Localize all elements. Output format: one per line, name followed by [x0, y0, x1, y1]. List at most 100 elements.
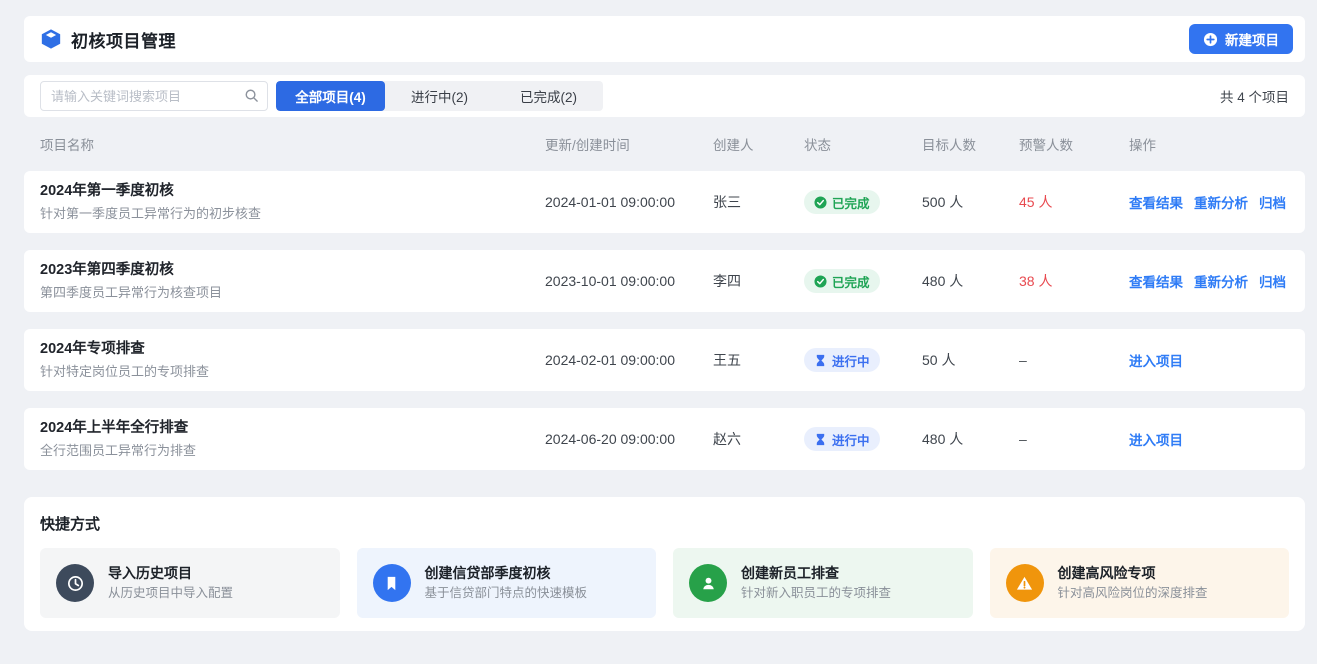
view-results-link[interactable]: 查看结果	[1129, 192, 1183, 212]
table-row: 2023年第四季度初核 第四季度员工异常行为核查项目 2023-10-01 09…	[24, 250, 1305, 312]
project-name-cell: 2024年第一季度初核 针对第一季度员工异常行为的初步核查	[40, 184, 545, 220]
hourglass-icon	[814, 433, 827, 446]
project-name-cell: 2024年上半年全行排查 全行范围员工异常行为排查	[40, 421, 545, 457]
project-desc: 第四季度员工异常行为核查项目	[40, 286, 545, 299]
shortcut-title-text: 创建信贷部季度初核	[425, 566, 588, 580]
project-count-text: 共 4 个项目	[1220, 86, 1289, 106]
archive-link[interactable]: 归档	[1259, 192, 1286, 212]
project-desc: 全行范围员工异常行为排查	[40, 444, 545, 457]
status-label: 已完成	[832, 272, 870, 291]
project-time: 2024-06-20 09:00:00	[545, 431, 713, 447]
archive-link[interactable]: 归档	[1259, 271, 1286, 291]
shortcuts-section: 快捷方式 导入历史项目 从历史项目中导入配置 创建信贷部季度初核	[24, 497, 1305, 631]
box-icon	[40, 28, 62, 50]
project-actions: 查看结果 重新分析 归档	[1129, 271, 1289, 291]
table-row: 2024年专项排查 针对特定岗位员工的专项排查 2024-02-01 09:00…	[24, 329, 1305, 391]
project-target: 50 人	[922, 350, 1019, 370]
project-desc: 针对特定岗位员工的专项排查	[40, 365, 545, 378]
status-badge: 进行中	[804, 348, 880, 372]
search-icon[interactable]	[244, 88, 259, 103]
project-warning: 45 人	[1019, 192, 1129, 212]
enter-project-link[interactable]: 进入项目	[1129, 350, 1183, 370]
new-project-button[interactable]: 新建项目	[1189, 24, 1293, 54]
table-row: 2024年上半年全行排查 全行范围员工异常行为排查 2024-06-20 09:…	[24, 408, 1305, 470]
hourglass-icon	[814, 354, 827, 367]
shortcut-text: 创建新员工排查 针对新入职员工的专项排查	[741, 566, 891, 600]
col-header-status: 状态	[804, 134, 922, 154]
status-label: 进行中	[832, 430, 870, 449]
project-status-cell: 进行中	[804, 348, 922, 372]
clock-icon	[56, 564, 94, 602]
view-results-link[interactable]: 查看结果	[1129, 271, 1183, 291]
project-warning: –	[1019, 352, 1129, 368]
project-desc: 针对第一季度员工异常行为的初步核查	[40, 207, 545, 220]
shortcut-import-history[interactable]: 导入历史项目 从历史项目中导入配置	[40, 548, 340, 618]
shortcut-subtitle-text: 针对新入职员工的专项排查	[741, 587, 891, 600]
project-name: 2024年专项排查	[40, 342, 545, 357]
shortcuts-title: 快捷方式	[40, 513, 1289, 534]
shortcut-high-risk[interactable]: 创建高风险专项 针对高风险岗位的深度排查	[990, 548, 1290, 618]
project-status-cell: 已完成	[804, 190, 922, 214]
project-creator: 张三	[713, 192, 804, 212]
shortcut-text: 创建信贷部季度初核 基于信贷部门特点的快速模板	[425, 566, 588, 600]
project-time: 2024-02-01 09:00:00	[545, 352, 713, 368]
shortcut-title-text: 创建新员工排查	[741, 566, 891, 580]
project-creator: 王五	[713, 350, 804, 370]
col-header-time: 更新/创建时间	[545, 134, 713, 154]
project-warning: 38 人	[1019, 271, 1129, 291]
new-project-label: 新建项目	[1225, 29, 1279, 49]
project-name-cell: 2023年第四季度初核 第四季度员工异常行为核查项目	[40, 263, 545, 299]
shortcut-text: 导入历史项目 从历史项目中导入配置	[108, 566, 233, 600]
col-header-target: 目标人数	[922, 134, 1019, 154]
project-warning: –	[1019, 431, 1129, 447]
warning-icon	[1006, 564, 1044, 602]
user-icon	[689, 564, 727, 602]
shortcut-subtitle-text: 基于信贷部门特点的快速模板	[425, 587, 588, 600]
project-actions: 查看结果 重新分析 归档	[1129, 192, 1289, 212]
search-input[interactable]	[40, 81, 268, 111]
page-title-group: 初核项目管理	[40, 27, 176, 52]
shortcut-title-text: 导入历史项目	[108, 566, 233, 580]
col-header-name: 项目名称	[40, 134, 545, 154]
header-bar: 初核项目管理 新建项目	[24, 16, 1305, 62]
table-row: 2024年第一季度初核 针对第一季度员工异常行为的初步核查 2024-01-01…	[24, 171, 1305, 233]
project-target: 480 人	[922, 429, 1019, 449]
reanalyze-link[interactable]: 重新分析	[1194, 192, 1248, 212]
project-creator: 赵六	[713, 429, 804, 449]
col-header-actions: 操作	[1129, 134, 1289, 154]
shortcut-subtitle-text: 从历史项目中导入配置	[108, 587, 233, 600]
tab-completed[interactable]: 已完成(2)	[494, 81, 603, 111]
project-name: 2023年第四季度初核	[40, 263, 545, 278]
filter-tabs: 全部项目(4) 进行中(2) 已完成(2)	[276, 81, 603, 111]
enter-project-link[interactable]: 进入项目	[1129, 429, 1183, 449]
project-status-cell: 已完成	[804, 269, 922, 293]
status-badge: 进行中	[804, 427, 880, 451]
project-time: 2023-10-01 09:00:00	[545, 273, 713, 289]
page-title: 初核项目管理	[71, 27, 176, 52]
check-circle-icon	[814, 275, 827, 288]
project-name-cell: 2024年专项排查 针对特定岗位员工的专项排查	[40, 342, 545, 378]
status-badge: 已完成	[804, 190, 880, 214]
shortcut-title-text: 创建高风险专项	[1058, 566, 1208, 580]
project-status-cell: 进行中	[804, 427, 922, 451]
tab-all-projects[interactable]: 全部项目(4)	[276, 81, 385, 111]
toolbar: 全部项目(4) 进行中(2) 已完成(2) 共 4 个项目	[24, 75, 1305, 117]
shortcuts-grid: 导入历史项目 从历史项目中导入配置 创建信贷部季度初核 基于信贷部门特点的快速模…	[40, 548, 1289, 618]
shortcut-text: 创建高风险专项 针对高风险岗位的深度排查	[1058, 566, 1208, 600]
project-creator: 李四	[713, 271, 804, 291]
reanalyze-link[interactable]: 重新分析	[1194, 271, 1248, 291]
tab-in-progress[interactable]: 进行中(2)	[385, 81, 494, 111]
project-name: 2024年上半年全行排查	[40, 421, 545, 436]
status-label: 已完成	[832, 193, 870, 212]
shortcut-new-employee[interactable]: 创建新员工排查 针对新入职员工的专项排查	[673, 548, 973, 618]
shortcut-credit-quarterly[interactable]: 创建信贷部季度初核 基于信贷部门特点的快速模板	[357, 548, 657, 618]
shortcut-subtitle-text: 针对高风险岗位的深度排查	[1058, 587, 1208, 600]
project-actions: 进入项目	[1129, 429, 1289, 449]
project-target: 500 人	[922, 192, 1019, 212]
table-header-row: 项目名称 更新/创建时间 创建人 状态 目标人数 预警人数 操作	[24, 117, 1305, 171]
project-target: 480 人	[922, 271, 1019, 291]
project-name: 2024年第一季度初核	[40, 184, 545, 199]
bookmark-icon	[373, 564, 411, 602]
project-actions: 进入项目	[1129, 350, 1289, 370]
col-header-creator: 创建人	[713, 134, 804, 154]
